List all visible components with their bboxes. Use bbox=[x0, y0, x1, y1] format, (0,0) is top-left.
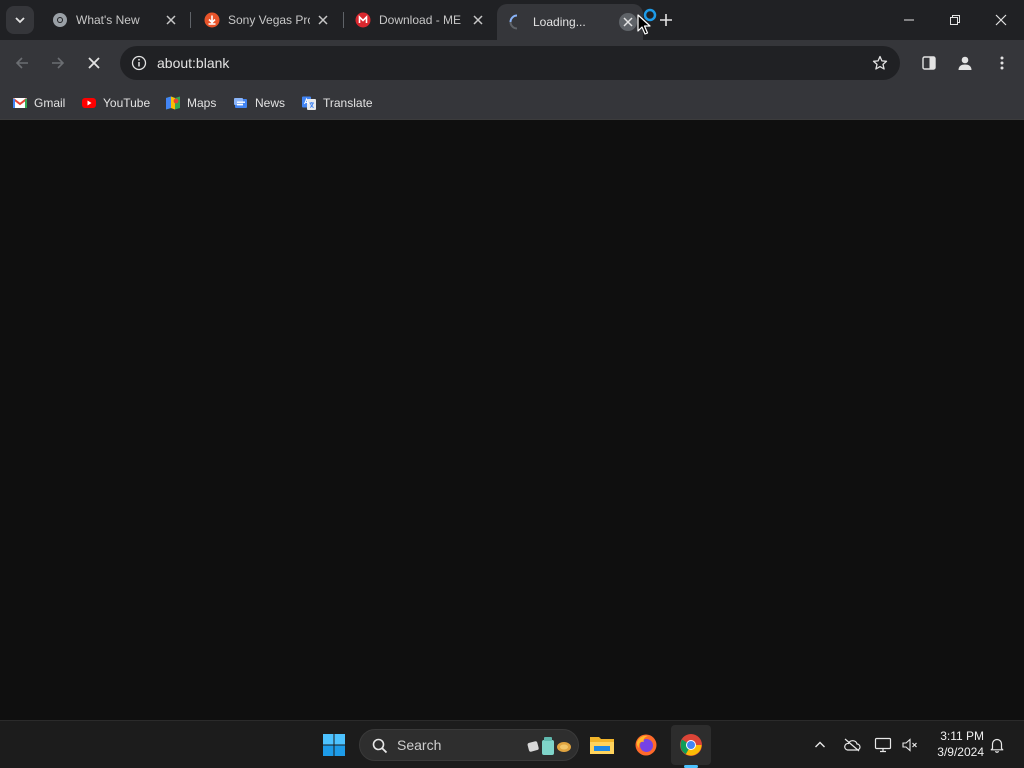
info-icon bbox=[131, 55, 147, 71]
screen: What's New Sony Vegas Pro Download - ME … bbox=[0, 0, 1024, 768]
forward-button[interactable] bbox=[44, 49, 72, 77]
url-text[interactable]: about:blank bbox=[157, 46, 229, 80]
chevron-up-icon bbox=[815, 741, 825, 748]
search-label: Search bbox=[397, 737, 442, 753]
network-status[interactable] bbox=[871, 733, 895, 757]
tab-sony-vegas[interactable]: Sony Vegas Pro bbox=[192, 6, 338, 34]
speaker-muted-icon bbox=[902, 738, 917, 752]
side-panel-button[interactable] bbox=[916, 50, 942, 76]
cloud-offline-icon bbox=[844, 738, 861, 752]
bookmark-maps[interactable]: Maps bbox=[165, 92, 216, 114]
tab-title: Sony Vegas Pro bbox=[228, 13, 310, 27]
chrome-icon bbox=[53, 13, 67, 27]
tab-title: What's New bbox=[76, 13, 140, 27]
clock-date: 3/9/2024 bbox=[937, 745, 984, 759]
bookmark-gmail[interactable]: Gmail bbox=[12, 92, 65, 114]
side-panel-icon bbox=[922, 56, 936, 70]
minimize-button[interactable] bbox=[886, 0, 932, 40]
notifications-button[interactable] bbox=[985, 733, 1009, 757]
search-highlight-icon bbox=[527, 737, 571, 755]
back-button[interactable] bbox=[8, 49, 36, 77]
tab-title: Loading... bbox=[533, 15, 586, 29]
start-button[interactable] bbox=[314, 725, 354, 765]
tab-search-button[interactable] bbox=[6, 6, 34, 34]
close-icon bbox=[88, 57, 100, 69]
stop-loading-button[interactable] bbox=[80, 49, 108, 77]
maps-icon bbox=[166, 96, 180, 110]
busy-ring-icon bbox=[643, 8, 657, 22]
profile-button[interactable] bbox=[952, 50, 978, 76]
close-tab-icon[interactable] bbox=[469, 11, 487, 29]
firefox-icon bbox=[635, 734, 657, 756]
close-tab-icon[interactable] bbox=[162, 11, 180, 29]
bookmark-label: Gmail bbox=[34, 96, 66, 110]
taskbar: Search 3:11 PM 3/9/2024 bbox=[0, 720, 1024, 768]
network-icon bbox=[874, 737, 892, 753]
tab-separator bbox=[190, 12, 191, 28]
more-vertical-icon bbox=[1000, 56, 1004, 70]
translate-icon bbox=[302, 96, 316, 110]
taskbar-file-explorer[interactable] bbox=[582, 725, 622, 765]
tab-whats-new[interactable]: What's New bbox=[40, 6, 186, 34]
close-tab-icon[interactable] bbox=[619, 13, 637, 31]
close-tab-icon[interactable] bbox=[314, 11, 332, 29]
tab-loading[interactable]: Loading... bbox=[497, 4, 643, 40]
news-icon bbox=[234, 98, 247, 108]
bookmark-label: News bbox=[255, 96, 286, 110]
onedrive-status[interactable] bbox=[840, 733, 864, 757]
chrome-icon bbox=[680, 734, 702, 756]
bookmark-youtube[interactable]: YouTube bbox=[81, 92, 150, 114]
arrow-right-icon bbox=[52, 57, 65, 69]
close-icon bbox=[995, 14, 1007, 26]
profile-icon bbox=[958, 56, 972, 70]
minimize-icon bbox=[904, 19, 914, 21]
menu-button[interactable] bbox=[989, 50, 1015, 76]
bookmark-label: Maps bbox=[187, 96, 217, 110]
loading-spinner-icon bbox=[509, 14, 518, 30]
bell-icon bbox=[990, 738, 1004, 753]
tab-download-mega[interactable]: Download - ME bbox=[343, 6, 493, 34]
file-explorer-icon bbox=[590, 737, 614, 754]
page-content[interactable] bbox=[0, 121, 1024, 720]
restore-icon bbox=[950, 15, 960, 25]
bookmarks-bar: Gmail YouTube Maps News Translate bbox=[0, 86, 1024, 120]
start-icon bbox=[323, 734, 345, 756]
download-icon bbox=[204, 12, 220, 28]
arrow-left-icon bbox=[15, 57, 28, 69]
tab-strip: What's New Sony Vegas Pro Download - ME … bbox=[0, 0, 1024, 40]
browser-toolbar: about:blank bbox=[0, 40, 1024, 86]
volume-status[interactable] bbox=[898, 733, 922, 757]
new-tab-button[interactable] bbox=[656, 10, 676, 30]
taskbar-firefox[interactable] bbox=[626, 725, 666, 765]
bookmark-translate[interactable]: Translate bbox=[301, 92, 373, 114]
chevron-down-icon bbox=[15, 17, 25, 24]
youtube-icon bbox=[82, 98, 96, 108]
clock-time: 3:11 PM bbox=[940, 729, 984, 743]
bookmark-label: YouTube bbox=[103, 96, 151, 110]
close-window-button[interactable] bbox=[978, 0, 1024, 40]
star-icon bbox=[872, 55, 888, 70]
restore-button[interactable] bbox=[932, 0, 978, 40]
show-hidden-icons-button[interactable] bbox=[808, 733, 832, 757]
search-icon bbox=[372, 738, 388, 754]
address-bar[interactable]: about:blank bbox=[120, 46, 900, 80]
plus-icon bbox=[660, 14, 672, 26]
taskbar-search-box[interactable]: Search bbox=[359, 729, 579, 761]
mega-icon bbox=[355, 12, 371, 28]
bookmark-news[interactable]: News bbox=[233, 92, 285, 114]
bookmark-label: Translate bbox=[323, 96, 373, 110]
tab-title: Download - ME bbox=[379, 13, 462, 27]
system-clock[interactable]: 3:11 PM 3/9/2024 bbox=[928, 728, 984, 760]
site-info-button[interactable] bbox=[126, 50, 152, 76]
gmail-icon bbox=[12, 98, 28, 108]
bookmark-star-button[interactable] bbox=[868, 51, 892, 75]
taskbar-chrome[interactable] bbox=[671, 725, 711, 765]
